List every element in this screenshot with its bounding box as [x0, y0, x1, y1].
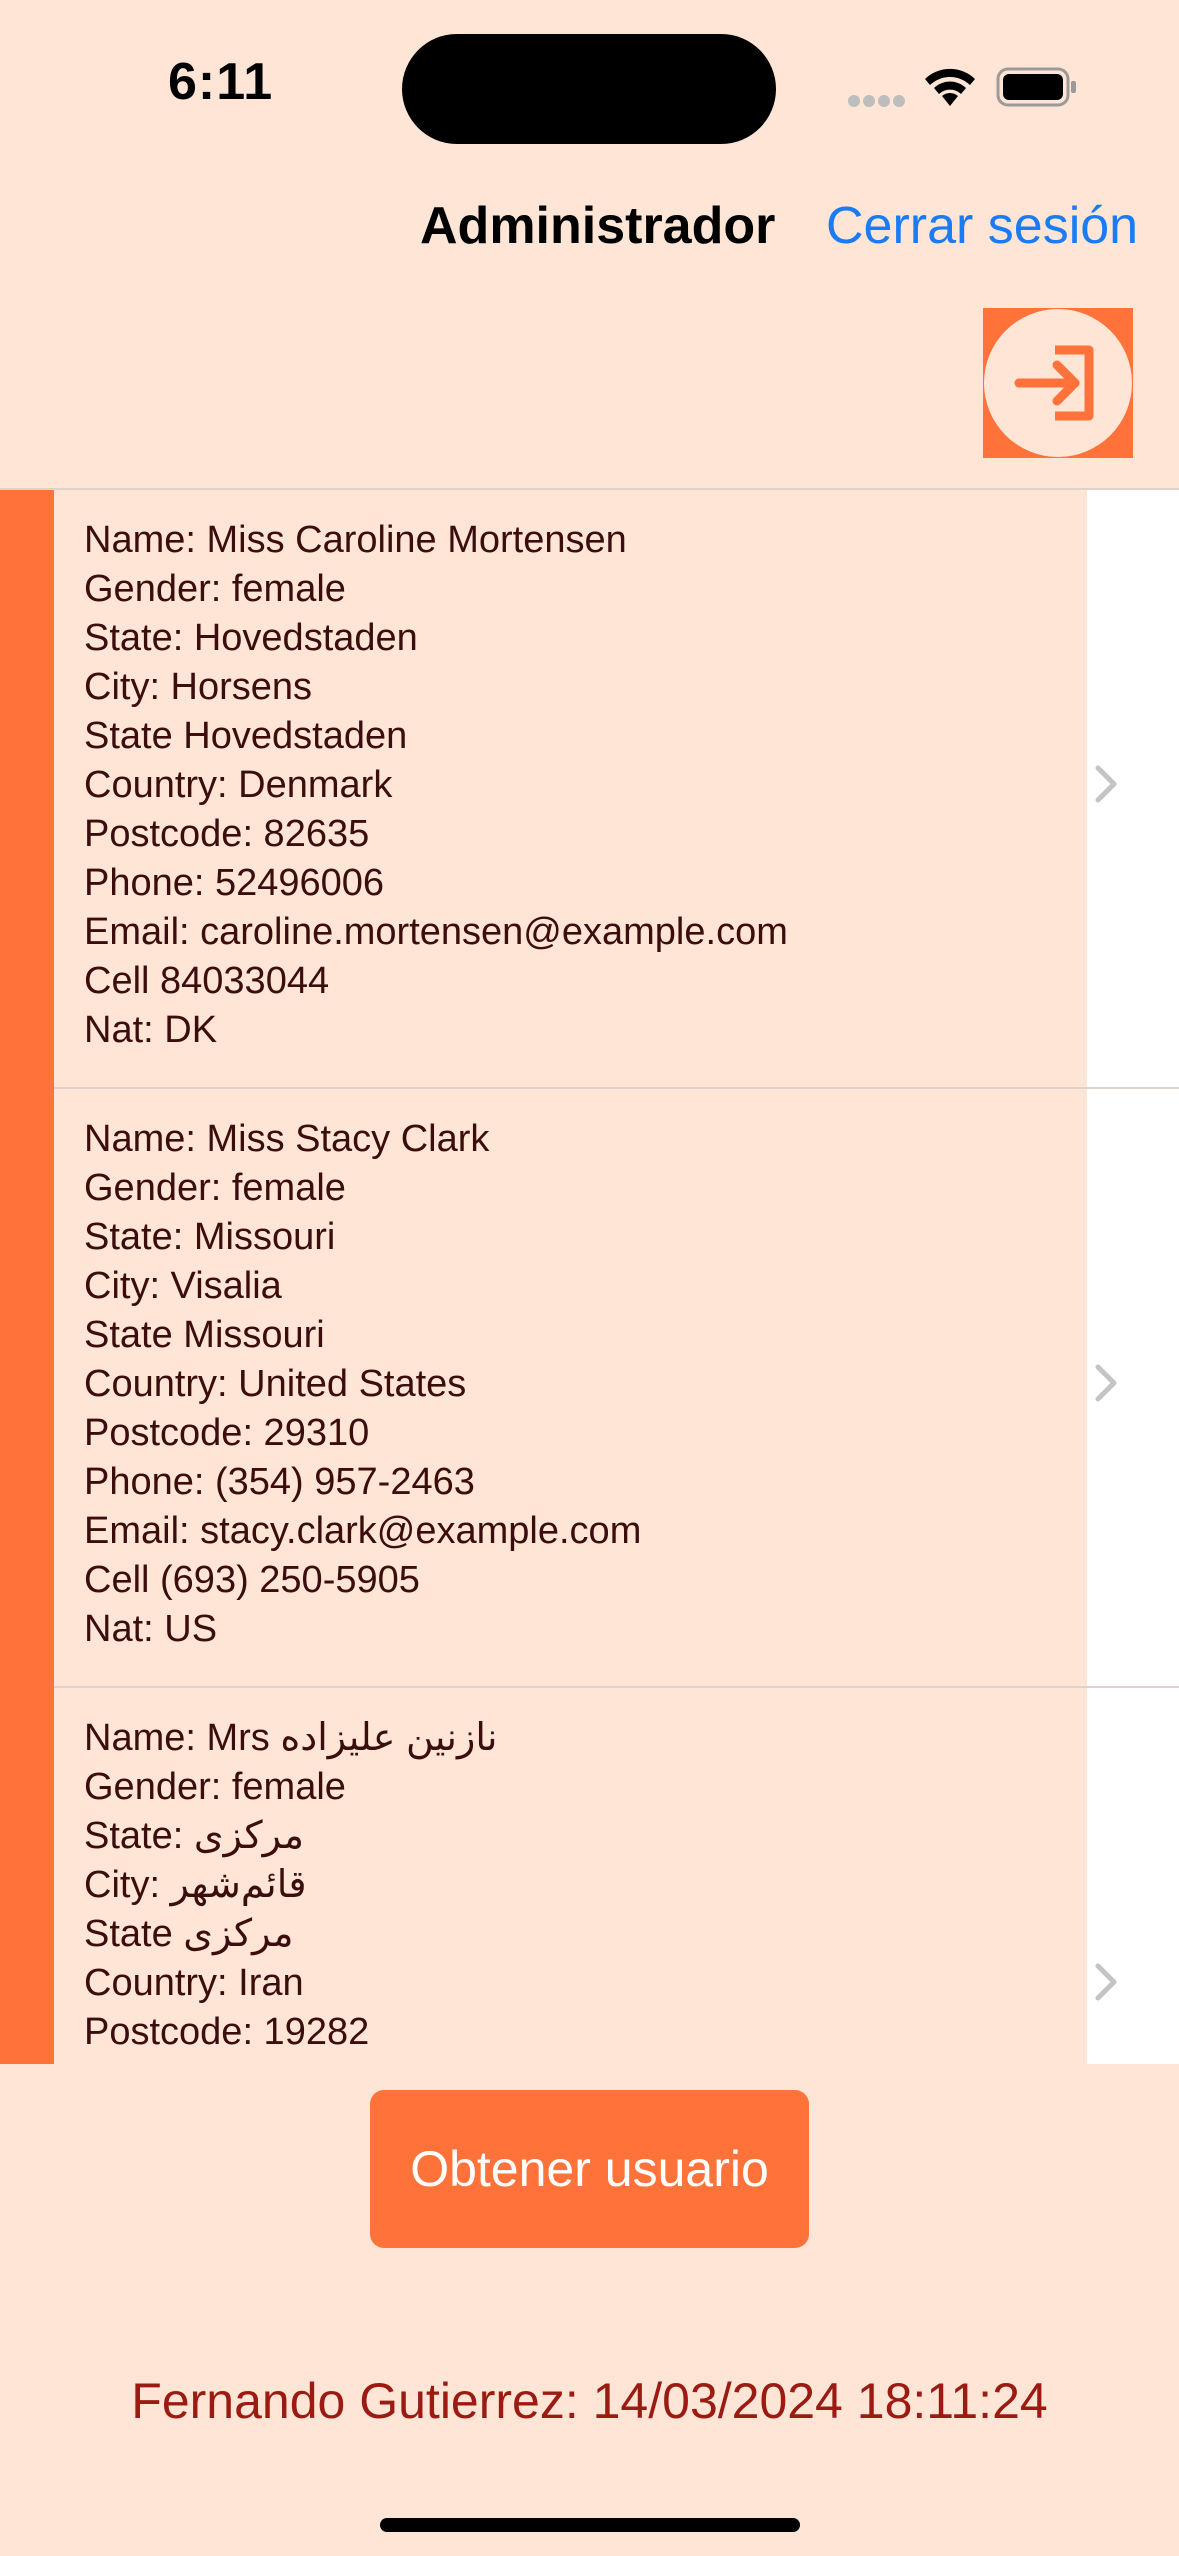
user-nat: Nat: US — [84, 1608, 218, 1650]
user-postcode: Postcode: 82635 — [84, 813, 370, 855]
user-rows: Name: Miss Caroline Mortensen Gender: fe… — [54, 490, 1179, 2064]
user-email: Email: caroline.mortensen@example.com — [84, 911, 788, 953]
status-time: 6:11 — [168, 53, 274, 111]
user-state: State: Missouri — [84, 1216, 336, 1258]
user-row[interactable]: Name: Mrs نازنین علیزاده Gender: female … — [54, 1688, 1179, 2064]
signal-icon — [848, 95, 905, 107]
user-postcode: Postcode: 29310 — [84, 1412, 370, 1454]
chevron-right-icon — [1095, 1963, 1117, 2001]
user-country: Country: Iran — [84, 1962, 304, 2004]
user-row[interactable]: Name: Miss Caroline Mortensen Gender: fe… — [54, 490, 1179, 1089]
user-list[interactable]: Name: Miss Caroline Mortensen Gender: fe… — [0, 488, 1179, 2064]
login-arrow-icon — [984, 309, 1132, 457]
battery-icon — [996, 67, 1076, 107]
user-state: State: مرکزی — [84, 1815, 304, 1857]
user-postcode: Postcode: 19282 — [84, 2011, 370, 2053]
user-gender: Gender: female — [84, 1167, 346, 1209]
user-details: Name: Miss Caroline Mortensen Gender: fe… — [84, 516, 1084, 1055]
list-accent-stripe — [0, 490, 54, 2064]
user-details: Name: Mrs نازنین علیزاده Gender: female … — [84, 1714, 1084, 2057]
wifi-icon — [925, 68, 975, 106]
user-country: Country: Denmark — [84, 764, 393, 806]
user-nat: Nat: DK — [84, 1009, 218, 1051]
user-state-2: State مرکزی — [84, 1913, 294, 1955]
user-country: Country: United States — [84, 1363, 467, 1405]
login-icon-button[interactable] — [983, 308, 1133, 458]
user-cell: Cell (693) 250-5905 — [84, 1559, 420, 1601]
user-name: Name: Mrs نازنین علیزاده — [84, 1717, 498, 1759]
user-row[interactable]: Name: Miss Stacy Clark Gender: female St… — [54, 1089, 1179, 1688]
dynamic-island — [402, 34, 776, 144]
chevron-right-icon — [1095, 1364, 1117, 1402]
home-indicator[interactable] — [380, 2518, 800, 2532]
user-email: Email: stacy.clark@example.com — [84, 1510, 642, 1552]
user-gender: Gender: female — [84, 1766, 346, 1808]
user-details: Name: Miss Stacy Clark Gender: female St… — [84, 1115, 1084, 1654]
status-bar: 6:11 — [0, 0, 1179, 150]
user-phone: Phone: 52496006 — [84, 862, 385, 904]
user-state: State: Hovedstaden — [84, 617, 418, 659]
chevron-right-icon — [1095, 765, 1117, 803]
logout-button[interactable]: Cerrar sesión — [826, 196, 1138, 256]
user-phone: Phone: (354) 957-2463 — [84, 1461, 475, 1503]
user-city: City: Horsens — [84, 666, 313, 708]
user-city: City: قائم‌شهر — [84, 1864, 307, 1906]
user-gender: Gender: female — [84, 568, 346, 610]
user-city: City: Visalia — [84, 1265, 282, 1307]
user-name: Name: Miss Caroline Mortensen — [84, 519, 627, 561]
page-title: Administrador — [420, 197, 776, 255]
user-cell: Cell 84033044 — [84, 960, 330, 1002]
get-user-button[interactable]: Obtener usuario — [370, 2090, 809, 2248]
footer-timestamp: Fernando Gutierrez: 14/03/2024 18:11:24 — [131, 2373, 1048, 2429]
user-state-2: State Missouri — [84, 1314, 325, 1356]
user-name: Name: Miss Stacy Clark — [84, 1118, 490, 1160]
user-state-2: State Hovedstaden — [84, 715, 408, 757]
